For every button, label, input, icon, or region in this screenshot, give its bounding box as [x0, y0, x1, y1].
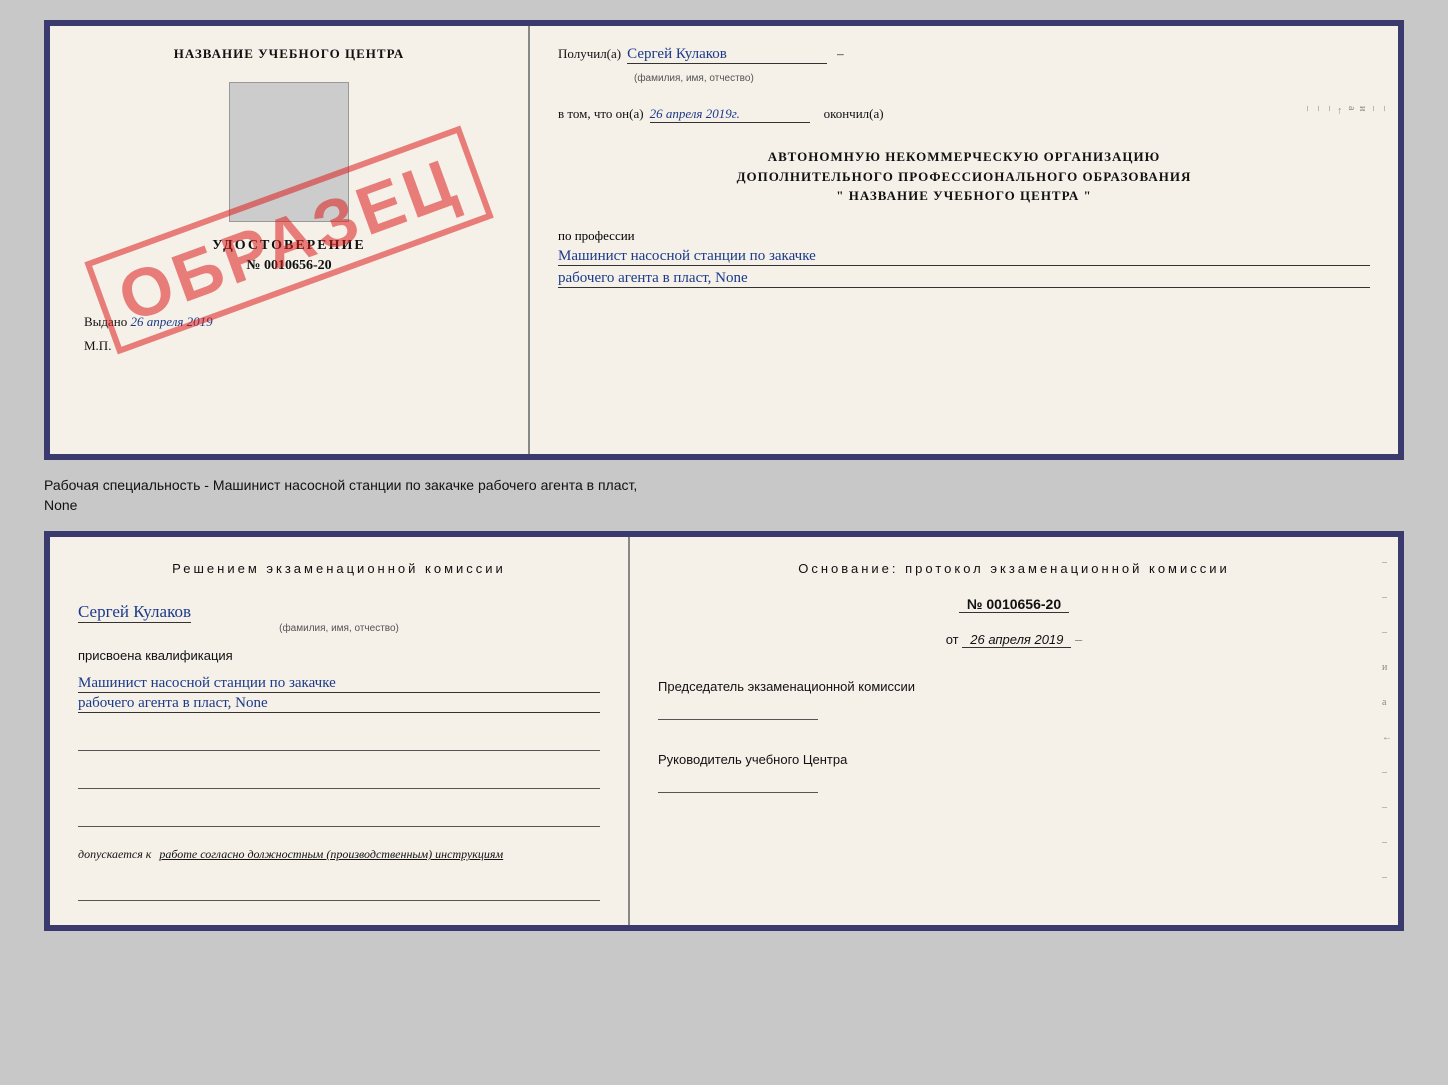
in-that-row: в том, что он(а) 26 апреля 2019г. окончи…: [558, 106, 1370, 123]
qualification-label: присвоена квалификация: [78, 648, 600, 663]
profession-line1: Машинист насосной станции по закачке: [558, 248, 1370, 266]
issued-label: Выдано: [84, 314, 127, 329]
top-doc-right-panel: Получил(а) Сергей Кулаков – (фамилия, им…: [530, 26, 1398, 454]
middle-text-block: Рабочая специальность - Машинист насосно…: [44, 476, 1404, 515]
profession-label: по профессии: [558, 228, 1370, 244]
protocol-date-row: от 26 апреля 2019 –: [658, 632, 1370, 647]
blank-line-4: [78, 881, 600, 901]
school-name-top: НАЗВАНИЕ УЧЕБНОГО ЦЕНТРА: [174, 46, 405, 62]
received-row: Получил(а) Сергей Кулаков –: [558, 46, 1370, 64]
issued-date-row: Выдано 26 апреля 2019: [74, 314, 213, 330]
admission-text: работе согласно должностным (производств…: [159, 847, 503, 861]
edge-dash-3: –: [1324, 106, 1335, 118]
photo-placeholder: [229, 82, 349, 222]
bottom-doc-right-panel: Основание: протокол экзаменационной коми…: [630, 537, 1398, 925]
issued-date-value: 26 апреля 2019: [131, 314, 213, 329]
in-that-label: в том, что он(а): [558, 106, 644, 122]
org-line2: ДОПОЛНИТЕЛЬНОГО ПРОФЕССИОНАЛЬНОГО ОБРАЗО…: [558, 167, 1370, 187]
basis-label: Основание: протокол экзаменационной коми…: [658, 561, 1370, 576]
chairman-sign-line: [658, 700, 818, 720]
blank-line-2: [78, 769, 600, 789]
profession-line2: рабочего агента в пласт, None: [558, 270, 1370, 288]
director-block: Руководитель учебного Центра: [658, 752, 1370, 793]
chairman-label: Председатель экзаменационной комиссии: [658, 679, 1370, 694]
director-sign-line: [658, 773, 818, 793]
org-line3: " НАЗВАНИЕ УЧЕБНОГО ЦЕНТРА ": [558, 186, 1370, 206]
person-name-block: Сергей Кулаков (фамилия, имя, отчество): [78, 594, 600, 634]
protocol-date-value: 26 апреля 2019: [962, 632, 1071, 648]
protocol-number-block: № 0010656-20: [658, 596, 1370, 614]
name-hint-bottom: (фамилия, имя, отчество): [78, 623, 600, 634]
top-doc-left-panel: НАЗВАНИЕ УЧЕБНОГО ЦЕНТРА УДОСТОВЕРЕНИЕ №…: [50, 26, 530, 454]
edge-dash-1: –: [1379, 106, 1390, 118]
edge-arrow: ←: [1335, 106, 1346, 118]
middle-line1: Рабочая специальность - Машинист насосно…: [44, 476, 1404, 496]
admission-block: допускается к работе согласно должностны…: [78, 845, 600, 863]
protocol-number: № 0010656-20: [959, 596, 1069, 613]
mp-label: М.П.: [74, 338, 111, 354]
person-name: Сергей Кулаков: [78, 602, 191, 623]
top-document: НАЗВАНИЕ УЧЕБНОГО ЦЕНТРА УДОСТОВЕРЕНИЕ №…: [44, 20, 1404, 460]
profession-block: по профессии Машинист насосной станции п…: [558, 228, 1370, 288]
received-name: Сергей Кулаков: [627, 46, 827, 64]
finished-label: окончил(а): [824, 106, 884, 122]
bottom-profession-line2: рабочего агента в пласт, None: [78, 695, 600, 713]
blank-line-3: [78, 807, 600, 827]
org-line1: АВТОНОМНУЮ НЕКОММЕРЧЕСКУЮ ОРГАНИЗАЦИЮ: [558, 147, 1370, 167]
date-finished: 26 апреля 2019г.: [650, 106, 810, 123]
chairman-block: Председатель экзаменационной комиссии: [658, 679, 1370, 720]
bottom-doc-left-panel: Решением экзаменационной комиссии Сергей…: [50, 537, 630, 925]
edge-dash-5: –: [1302, 106, 1313, 118]
edge-dash-2: –: [1368, 106, 1379, 118]
cert-number: № 0010656-20: [246, 258, 331, 274]
received-label: Получил(а): [558, 46, 621, 62]
admission-label: допускается к: [78, 847, 151, 861]
decision-label: Решением экзаменационной комиссии: [78, 561, 600, 576]
name-hint-top: (фамилия, имя, отчество): [634, 73, 754, 84]
bottom-right-edge-marks: – – – и а ← – – – –: [1382, 557, 1392, 883]
bottom-document: Решением экзаменационной комиссии Сергей…: [44, 531, 1404, 931]
edge-и: и: [1357, 106, 1368, 118]
bottom-profession-block: Машинист насосной станции по закачке раб…: [78, 673, 600, 713]
edge-dash-4: –: [1313, 106, 1324, 118]
bottom-profession-line1: Машинист насосной станции по закачке: [78, 675, 600, 693]
date-prefix: от: [946, 632, 959, 647]
director-label: Руководитель учебного Центра: [658, 752, 1370, 767]
blank-line-1: [78, 731, 600, 751]
edge-а: а: [1346, 106, 1357, 118]
org-block: АВТОНОМНУЮ НЕКОММЕРЧЕСКУЮ ОРГАНИЗАЦИЮ ДО…: [558, 147, 1370, 206]
right-edge-marks: – – и а ← – – –: [1302, 106, 1390, 118]
cert-label: УДОСТОВЕРЕНИЕ: [212, 238, 365, 254]
middle-line2: None: [44, 496, 1404, 516]
